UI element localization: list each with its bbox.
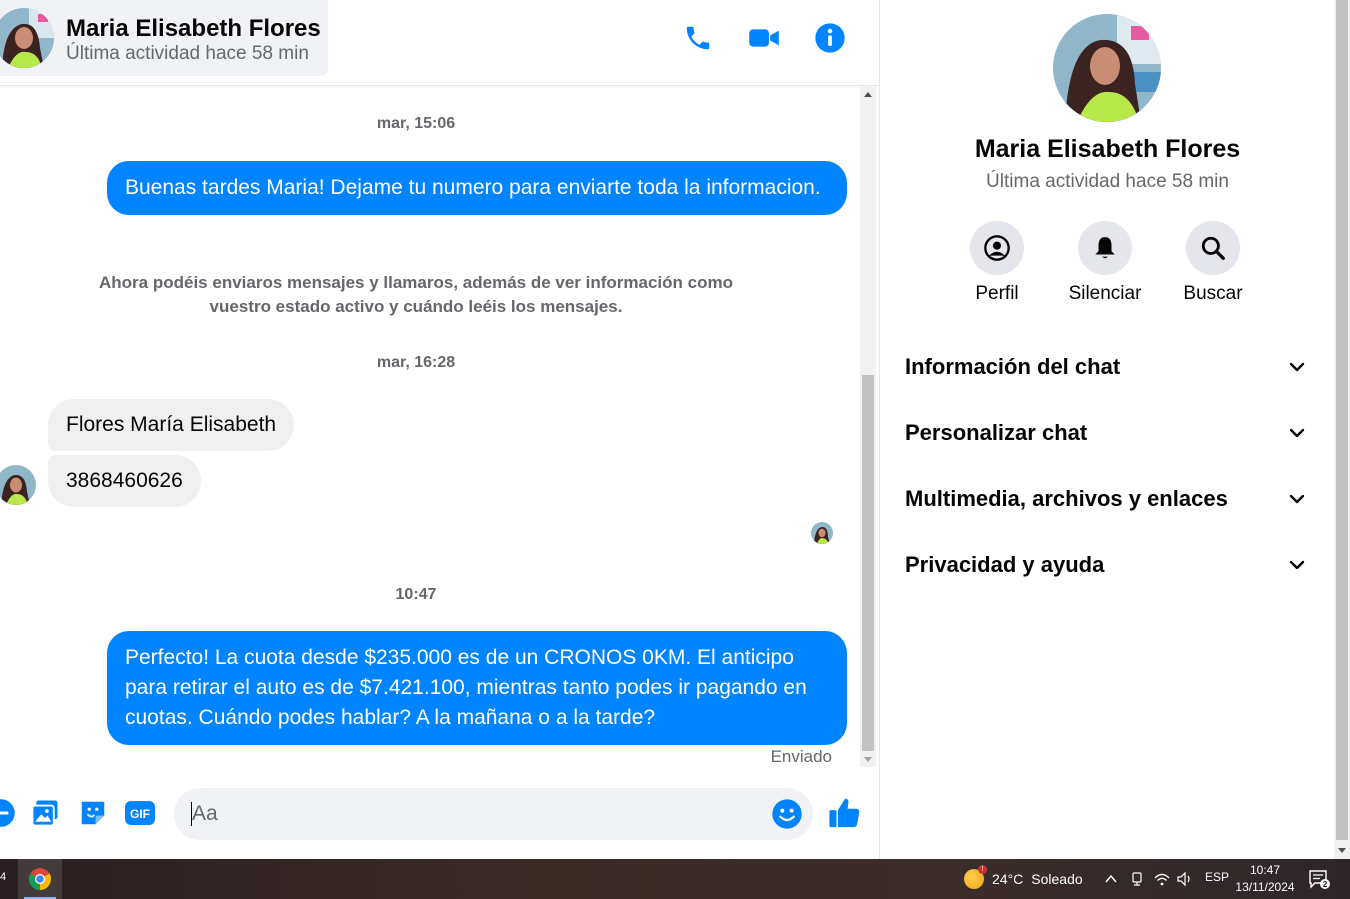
panel-contact-name: Maria Elisabeth Flores bbox=[974, 135, 1241, 163]
speaker-icon[interactable] bbox=[1176, 871, 1194, 887]
emoji-button[interactable] bbox=[771, 798, 803, 830]
timestamp: mar, 16:28 bbox=[376, 354, 456, 371]
video-camera-icon bbox=[749, 29, 779, 47]
incoming-message[interactable]: Flores María Elisabeth bbox=[48, 399, 295, 451]
system-notice: Ahora podéis enviaros mensajes y llamaro… bbox=[99, 273, 733, 316]
clock-time: 10:47 bbox=[1249, 863, 1281, 877]
weather-temperature: 24°C bbox=[992, 871, 1024, 887]
phone-icon bbox=[686, 26, 710, 50]
chevron-down-icon bbox=[1289, 362, 1305, 372]
search-action-circle bbox=[1186, 221, 1240, 275]
contact-avatar-large bbox=[1053, 14, 1161, 122]
profile-icon bbox=[984, 235, 1010, 261]
mute-action-circle bbox=[1078, 221, 1132, 275]
weather-alert-badge: ! bbox=[978, 865, 987, 874]
voice-call-button[interactable] bbox=[680, 20, 716, 56]
scrollbar-thumb[interactable] bbox=[862, 375, 874, 751]
page-scrollbar[interactable] bbox=[1334, 0, 1350, 859]
bell-icon bbox=[1095, 237, 1115, 259]
thumbs-up-icon bbox=[829, 798, 860, 828]
sticker-button[interactable] bbox=[76, 796, 110, 830]
chrome-taskbar-button[interactable] bbox=[18, 859, 62, 899]
message-list[interactable]: mar, 15:06 Buenas tardes Maria! Dejame t… bbox=[0, 87, 860, 767]
notification-center-button[interactable]: 2 bbox=[1308, 868, 1330, 890]
contact-status: Última actividad hace 58 min bbox=[66, 43, 309, 64]
emoji-icon bbox=[772, 799, 802, 829]
input-language[interactable]: ESP bbox=[1205, 870, 1229, 884]
like-button[interactable] bbox=[828, 796, 862, 830]
taskbar: 4 ! 24°C Soleado ESP 10:47 13/11/2024 2 bbox=[0, 859, 1350, 899]
meet-now-icon[interactable] bbox=[1130, 871, 1144, 887]
section-label: Privacidad y ayuda bbox=[905, 552, 1105, 577]
chevron-down-icon bbox=[1289, 428, 1305, 438]
section-label: Personalizar chat bbox=[905, 420, 1088, 445]
plus-circle-icon bbox=[0, 799, 15, 827]
sender-avatar bbox=[0, 465, 36, 505]
profile-action-label: Perfil bbox=[975, 283, 1019, 304]
timestamp: mar, 15:06 bbox=[376, 115, 456, 132]
weather-widget[interactable]: ! 24°C Soleado bbox=[964, 865, 1083, 889]
chevron-down-icon bbox=[1289, 560, 1305, 570]
taskbar-edge-badge: 4 bbox=[0, 871, 7, 883]
scroll-down-arrow-icon[interactable] bbox=[1338, 848, 1346, 853]
chevron-up-icon[interactable] bbox=[1104, 872, 1118, 886]
gif-button[interactable]: GIF bbox=[123, 796, 157, 830]
delivery-status: Enviado bbox=[770, 747, 832, 766]
clock-date: 13/11/2024 bbox=[1235, 880, 1295, 894]
scroll-down-arrow-icon[interactable] bbox=[864, 757, 872, 762]
conversation-details-panel: Maria Elisabeth Flores Última actividad … bbox=[879, 0, 1334, 859]
section-label: Multimedia, archivos y enlaces bbox=[905, 486, 1228, 511]
mute-action-label: Silenciar bbox=[1068, 283, 1142, 304]
message-input[interactable] bbox=[192, 796, 752, 832]
section-customize-chat[interactable]: Personalizar chat bbox=[896, 406, 1316, 460]
image-icon bbox=[31, 800, 58, 827]
video-call-button[interactable] bbox=[746, 20, 782, 56]
wifi-icon[interactable] bbox=[1153, 871, 1171, 887]
scroll-up-arrow-icon[interactable] bbox=[864, 92, 872, 97]
composer: GIF bbox=[0, 770, 879, 859]
section-privacy-support[interactable]: Privacidad y ayuda bbox=[896, 538, 1316, 592]
message-scrollbar[interactable] bbox=[860, 87, 876, 767]
conversation-info-button[interactable] bbox=[812, 20, 848, 56]
contact-avatar bbox=[0, 8, 54, 68]
search-icon bbox=[1201, 236, 1225, 260]
system-clock[interactable]: 10:47 13/11/2024 bbox=[1234, 862, 1296, 896]
timestamp: 10:47 bbox=[395, 586, 437, 603]
panel-contact-status: Última actividad hace 58 min bbox=[986, 171, 1229, 192]
chevron-down-icon bbox=[1289, 494, 1305, 504]
contact-name: Maria Elisabeth Flores bbox=[66, 15, 321, 42]
info-icon bbox=[815, 23, 845, 53]
section-label: Información del chat bbox=[905, 354, 1121, 379]
attach-photo-button[interactable] bbox=[28, 796, 62, 830]
weather-condition: Soleado bbox=[1031, 871, 1083, 887]
gif-icon: GIF bbox=[125, 801, 155, 825]
page-scrollbar-thumb[interactable] bbox=[1336, 0, 1348, 840]
notification-icon: 2 bbox=[1309, 870, 1330, 889]
sun-icon: ! bbox=[964, 865, 987, 889]
text-caret bbox=[191, 802, 192, 826]
outgoing-message[interactable]: Perfecto! La cuota desde $235.000 es de … bbox=[107, 631, 847, 745]
section-chat-info[interactable]: Información del chat bbox=[896, 340, 1316, 394]
contact-header-button[interactable]: Maria Elisabeth Flores Última actividad … bbox=[0, 0, 328, 76]
outgoing-message[interactable]: Buenas tardes Maria! Dejame tu numero pa… bbox=[107, 161, 847, 215]
gif-label: GIF bbox=[130, 807, 150, 821]
message-input-container[interactable] bbox=[174, 788, 813, 840]
chat-header: Maria Elisabeth Flores Última actividad … bbox=[0, 0, 879, 86]
profile-action-button[interactable]: Perfil bbox=[952, 221, 1042, 305]
read-receipt-avatar bbox=[811, 522, 833, 544]
search-action-label: Buscar bbox=[1183, 283, 1243, 304]
section-media-files-links[interactable]: Multimedia, archivos y enlaces bbox=[896, 472, 1316, 526]
more-actions-button[interactable] bbox=[0, 796, 18, 830]
mute-action-button[interactable]: Silenciar bbox=[1060, 221, 1150, 305]
messenger-app: Maria Elisabeth Flores Última actividad … bbox=[0, 0, 1350, 859]
profile-action-circle bbox=[970, 221, 1024, 275]
chrome-icon bbox=[29, 868, 51, 890]
search-action-button[interactable]: Buscar bbox=[1168, 221, 1258, 305]
notification-count: 2 bbox=[1323, 880, 1328, 889]
incoming-message[interactable]: 3868460626 bbox=[48, 455, 201, 507]
sticker-icon bbox=[81, 801, 105, 825]
